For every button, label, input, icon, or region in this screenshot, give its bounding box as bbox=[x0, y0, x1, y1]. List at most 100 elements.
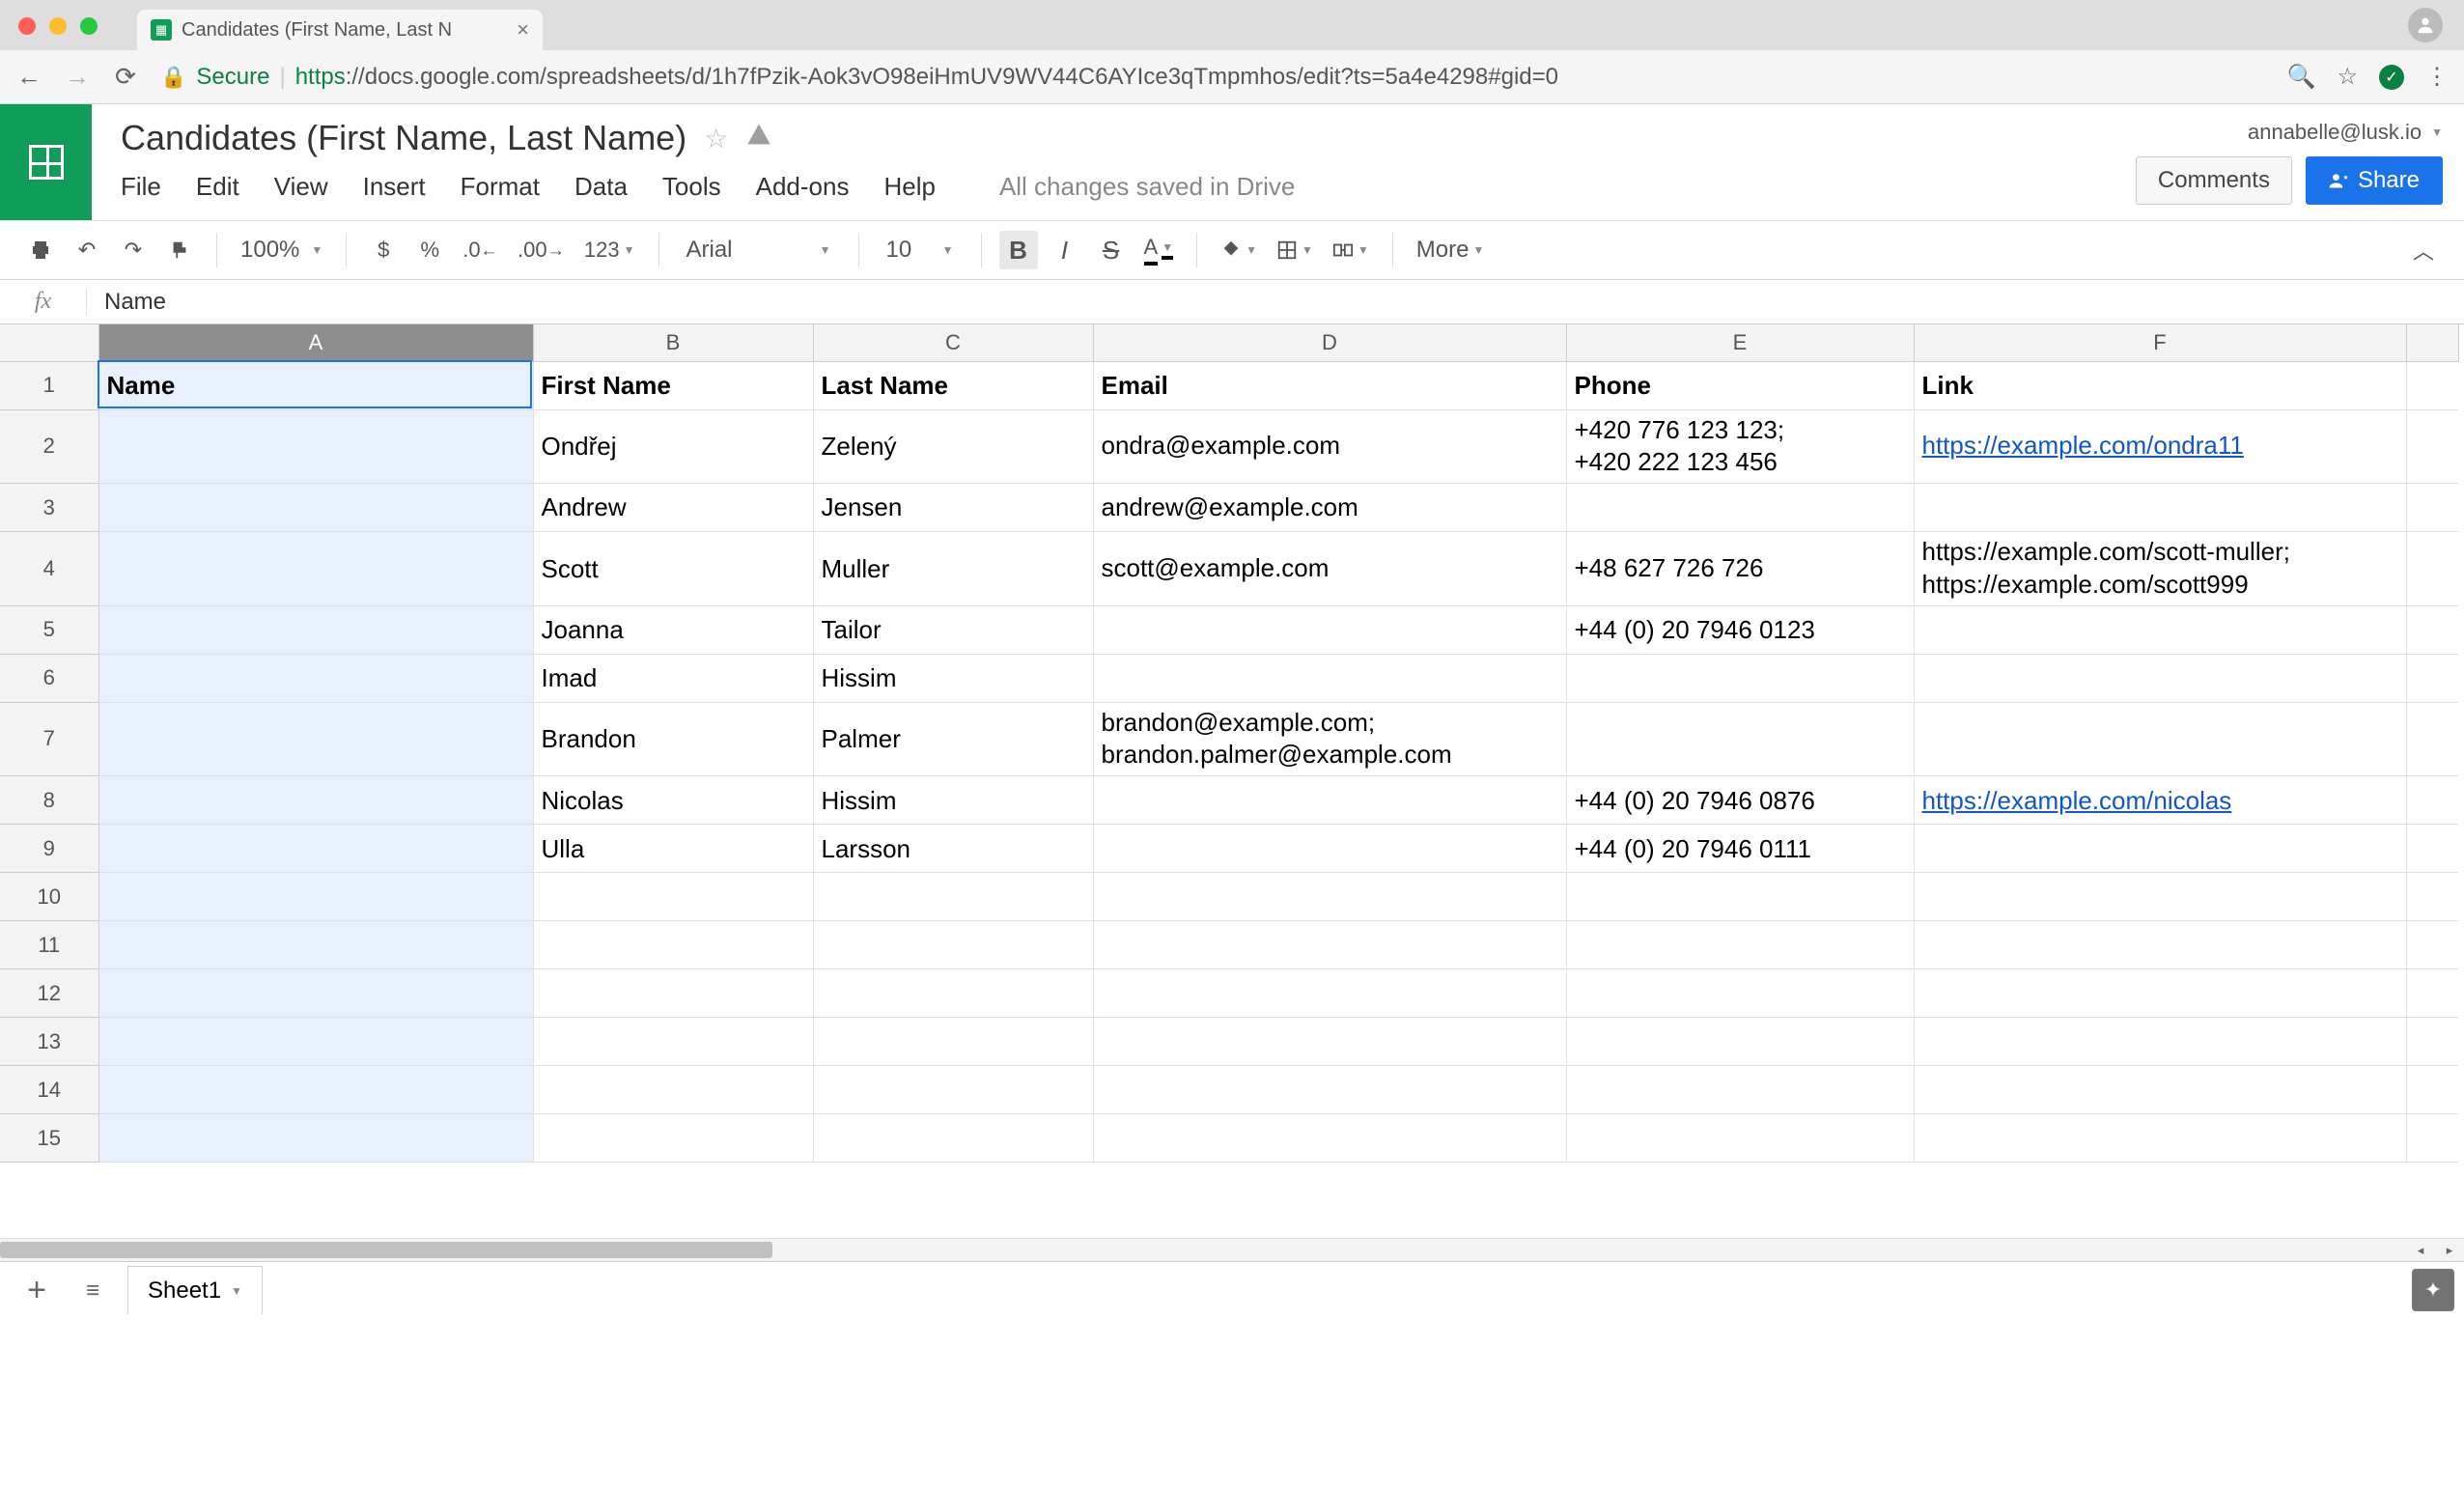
cell-A11[interactable] bbox=[98, 921, 533, 969]
row-header[interactable]: 2 bbox=[0, 409, 98, 484]
col-header-A[interactable]: A bbox=[98, 324, 533, 361]
extension-check-icon[interactable]: ✓ bbox=[2379, 65, 2404, 90]
cell-G8[interactable] bbox=[2406, 776, 2458, 825]
cell-B14[interactable] bbox=[533, 1066, 813, 1114]
cell-A14[interactable] bbox=[98, 1066, 533, 1114]
text-color-button[interactable]: A▼ bbox=[1138, 231, 1180, 269]
borders-button[interactable]: ▼ bbox=[1271, 231, 1319, 269]
cell-C4[interactable]: Muller bbox=[813, 532, 1093, 606]
cell-B2[interactable]: Ondřej bbox=[533, 409, 813, 484]
cell-C2[interactable]: Zelený bbox=[813, 409, 1093, 484]
cell-E10[interactable] bbox=[1566, 873, 1914, 921]
cell-E5[interactable]: +44 (0) 20 7946 0123 bbox=[1566, 605, 1914, 654]
window-controls[interactable] bbox=[18, 17, 98, 35]
formula-input[interactable]: Name bbox=[87, 289, 2464, 316]
cell-E13[interactable] bbox=[1566, 1018, 1914, 1066]
cell-E1[interactable]: Phone bbox=[1566, 361, 1914, 409]
cell-B3[interactable]: Andrew bbox=[533, 484, 813, 532]
browser-tab[interactable]: ▦ Candidates (First Name, Last N × bbox=[137, 10, 543, 50]
maximize-window-icon[interactable] bbox=[80, 17, 98, 35]
row-header[interactable]: 5 bbox=[0, 605, 98, 654]
cell-G14[interactable] bbox=[2406, 1066, 2458, 1114]
cell-B10[interactable] bbox=[533, 873, 813, 921]
col-header-D[interactable]: D bbox=[1093, 324, 1566, 361]
cell-G15[interactable] bbox=[2406, 1114, 2458, 1163]
cell-B6[interactable]: Imad bbox=[533, 654, 813, 702]
redo-icon[interactable]: ↷ bbox=[114, 231, 153, 269]
col-header-B[interactable]: B bbox=[533, 324, 813, 361]
cell-F12[interactable] bbox=[1914, 969, 2406, 1018]
row-header[interactable]: 14 bbox=[0, 1066, 98, 1114]
menu-addons[interactable]: Add-ons bbox=[756, 172, 850, 202]
cell-E3[interactable] bbox=[1566, 484, 1914, 532]
cell-D6[interactable] bbox=[1093, 654, 1566, 702]
fx-icon[interactable]: fx bbox=[0, 289, 87, 315]
cell-A8[interactable] bbox=[98, 776, 533, 825]
cell-G2[interactable] bbox=[2406, 409, 2458, 484]
tab-close-icon[interactable]: × bbox=[517, 17, 529, 42]
cell-A15[interactable] bbox=[98, 1114, 533, 1163]
cell-E12[interactable] bbox=[1566, 969, 1914, 1018]
cell-E9[interactable]: +44 (0) 20 7946 0111 bbox=[1566, 825, 1914, 873]
row-header[interactable]: 10 bbox=[0, 873, 98, 921]
collapse-toolbar-icon[interactable]: ︿ bbox=[2404, 231, 2443, 269]
cell-E15[interactable] bbox=[1566, 1114, 1914, 1163]
cell-B9[interactable]: Ulla bbox=[533, 825, 813, 873]
cell-G10[interactable] bbox=[2406, 873, 2458, 921]
move-to-drive-icon[interactable] bbox=[745, 122, 772, 155]
cell-A6[interactable] bbox=[98, 654, 533, 702]
strikethrough-button[interactable]: S bbox=[1092, 231, 1131, 269]
col-header-C[interactable]: C bbox=[813, 324, 1093, 361]
menu-data[interactable]: Data bbox=[574, 172, 628, 202]
cell-C12[interactable] bbox=[813, 969, 1093, 1018]
close-window-icon[interactable] bbox=[18, 17, 36, 35]
row-header[interactable]: 3 bbox=[0, 484, 98, 532]
row-header[interactable]: 6 bbox=[0, 654, 98, 702]
select-all-corner[interactable] bbox=[0, 324, 98, 361]
sheet-tab-menu-icon[interactable]: ▼ bbox=[231, 1284, 242, 1298]
row-header[interactable]: 15 bbox=[0, 1114, 98, 1163]
row-header[interactable]: 7 bbox=[0, 702, 98, 776]
menu-file[interactable]: File bbox=[121, 172, 161, 202]
profile-avatar-icon[interactable] bbox=[2408, 8, 2443, 42]
cell-D13[interactable] bbox=[1093, 1018, 1566, 1066]
cell-F13[interactable] bbox=[1914, 1018, 2406, 1066]
all-sheets-button[interactable]: ≡ bbox=[71, 1277, 114, 1305]
cell-C8[interactable]: Hissim bbox=[813, 776, 1093, 825]
col-header-E[interactable]: E bbox=[1566, 324, 1914, 361]
cell-D2[interactable]: ondra@example.com bbox=[1093, 409, 1566, 484]
cell-B12[interactable] bbox=[533, 969, 813, 1018]
cell-F7[interactable] bbox=[1914, 702, 2406, 776]
print-icon[interactable] bbox=[21, 231, 60, 269]
cell-F4[interactable]: https://example.com/scott-muller;https:/… bbox=[1914, 532, 2406, 606]
cell-F10[interactable] bbox=[1914, 873, 2406, 921]
menu-edit[interactable]: Edit bbox=[196, 172, 239, 202]
format-percent-icon[interactable]: % bbox=[410, 231, 449, 269]
number-format-select[interactable]: 123▼ bbox=[578, 231, 641, 269]
cell-A10[interactable] bbox=[98, 873, 533, 921]
more-tools[interactable]: More▼ bbox=[1411, 231, 1491, 269]
menu-format[interactable]: Format bbox=[461, 172, 540, 202]
cell-C10[interactable] bbox=[813, 873, 1093, 921]
cell-A5[interactable] bbox=[98, 605, 533, 654]
cell-A2[interactable] bbox=[98, 409, 533, 484]
cell-B8[interactable]: Nicolas bbox=[533, 776, 813, 825]
cell-A3[interactable] bbox=[98, 484, 533, 532]
cell-F5[interactable] bbox=[1914, 605, 2406, 654]
cell-F6[interactable] bbox=[1914, 654, 2406, 702]
forward-button[interactable]: → bbox=[64, 64, 91, 91]
cell-C14[interactable] bbox=[813, 1066, 1093, 1114]
add-sheet-button[interactable]: + bbox=[15, 1272, 58, 1309]
cell-B7[interactable]: Brandon bbox=[533, 702, 813, 776]
cell-C3[interactable]: Jensen bbox=[813, 484, 1093, 532]
cell-F9[interactable] bbox=[1914, 825, 2406, 873]
cell-D8[interactable] bbox=[1093, 776, 1566, 825]
bold-button[interactable]: B bbox=[999, 231, 1038, 269]
cell-D3[interactable]: andrew@example.com bbox=[1093, 484, 1566, 532]
cell-A9[interactable] bbox=[98, 825, 533, 873]
col-header-extra[interactable] bbox=[2406, 324, 2458, 361]
cell-B13[interactable] bbox=[533, 1018, 813, 1066]
row-header[interactable]: 1 bbox=[0, 361, 98, 409]
document-title[interactable]: Candidates (First Name, Last Name) bbox=[121, 118, 686, 158]
cell-C7[interactable]: Palmer bbox=[813, 702, 1093, 776]
